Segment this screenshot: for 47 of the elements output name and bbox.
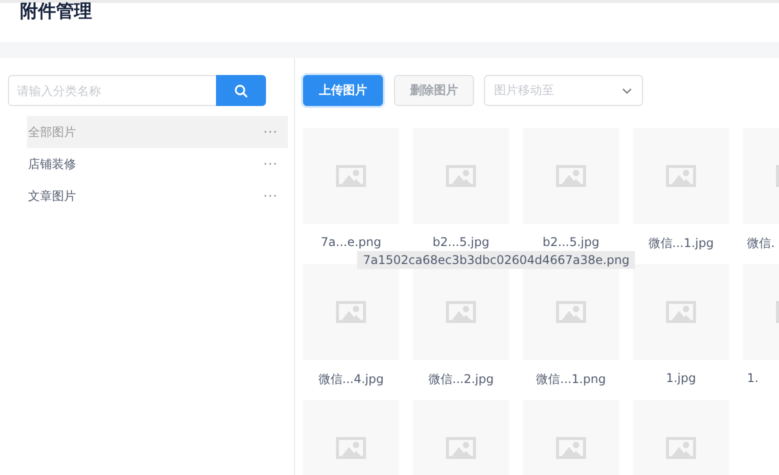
image-thumbnail[interactable] <box>523 400 619 475</box>
image-placeholder-icon <box>556 437 586 459</box>
category-item[interactable]: 全部图片 ··· <box>27 116 288 148</box>
image-placeholder-icon <box>666 301 696 323</box>
image-placeholder-icon <box>446 301 476 323</box>
chevron-down-icon <box>622 88 632 94</box>
image-thumbnail[interactable] <box>303 128 399 224</box>
category-item[interactable]: 店铺装修 ··· <box>27 148 288 180</box>
upload-button[interactable]: 上传图片 <box>303 75 383 106</box>
image-thumbnail[interactable] <box>633 400 729 475</box>
search-button[interactable] <box>216 75 266 106</box>
image-thumbnail[interactable] <box>303 400 399 475</box>
image-filename: 微信. <box>746 235 776 252</box>
image-placeholder-icon <box>336 301 366 323</box>
more-icon[interactable]: ··· <box>264 157 278 171</box>
image-placeholder-icon <box>556 165 586 187</box>
image-placeholder-icon <box>336 437 366 459</box>
image-thumbnail[interactable] <box>413 128 509 224</box>
image-filename: b2...5.jpg <box>432 235 490 249</box>
image-filename: 微信...4.jpg <box>317 371 385 388</box>
page-title: 附件管理 <box>20 3 93 21</box>
image-thumbnail[interactable] <box>413 400 509 475</box>
image-placeholder-icon <box>666 165 696 187</box>
image-placeholder-icon <box>666 437 696 459</box>
image-filename: b2...5.jpg <box>542 235 600 249</box>
image-placeholder-icon <box>336 165 366 187</box>
image-placeholder-icon <box>446 437 476 459</box>
image-filename: 微信...1.jpg <box>647 235 715 252</box>
image-placeholder-icon <box>446 165 476 187</box>
image-thumbnail[interactable] <box>523 128 619 224</box>
image-filename: 1. <box>746 371 760 385</box>
image-filename: 微信...1.png <box>535 371 607 388</box>
search-field[interactable]: 请输入分类名称 <box>8 75 216 106</box>
image-filename: 1.jpg <box>664 371 698 385</box>
category-label: 全部图片 <box>28 124 76 140</box>
image-filename: 7a...e.png <box>320 235 382 249</box>
more-icon[interactable]: ··· <box>264 125 278 139</box>
search-icon <box>234 84 248 98</box>
category-label: 店铺装修 <box>28 156 76 172</box>
more-icon[interactable]: ··· <box>264 189 278 203</box>
image-thumbnail[interactable] <box>633 128 729 224</box>
category-label: 文章图片 <box>28 188 76 204</box>
category-item[interactable]: 文章图片 ··· <box>27 180 288 212</box>
image-placeholder-icon <box>556 301 586 323</box>
image-thumbnail[interactable] <box>633 264 729 360</box>
filename-tooltip: 7a1502ca68ec3b3dbc02604d4667a38e.png <box>357 251 636 269</box>
image-filename: 微信...2.jpg <box>427 371 495 388</box>
